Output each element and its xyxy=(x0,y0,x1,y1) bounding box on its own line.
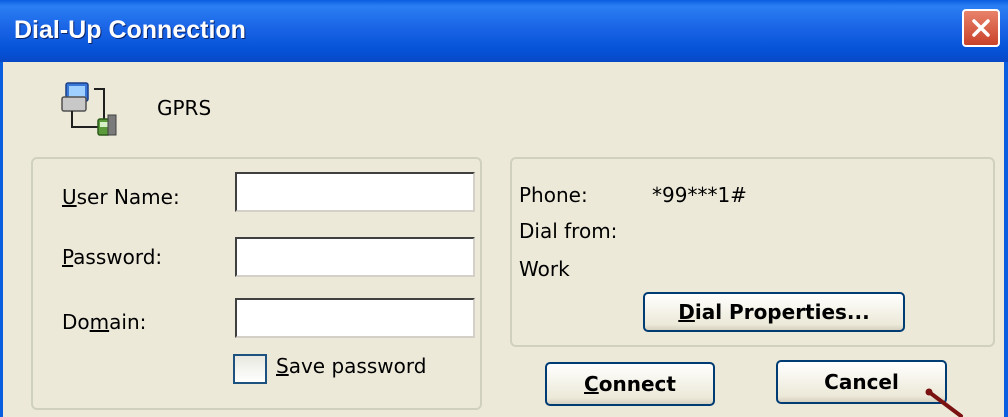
title-bar: Dial-Up Connection xyxy=(0,0,1008,62)
password-input[interactable] xyxy=(235,237,475,277)
dial-properties-button[interactable]: Dial Properties... xyxy=(643,292,905,332)
save-password-label[interactable]: Save password xyxy=(276,354,426,378)
close-button[interactable] xyxy=(962,9,1000,47)
dial-from-label: Dial from: xyxy=(519,219,618,243)
phone-number: *99***1# xyxy=(652,183,747,207)
window-frame-left xyxy=(0,62,3,417)
password-label: Password: xyxy=(62,245,163,269)
dial-from-location: Work xyxy=(519,257,570,281)
window-title: Dial-Up Connection xyxy=(14,16,246,44)
connect-button[interactable]: Connect xyxy=(545,362,715,406)
user-name-label: User Name: xyxy=(62,185,180,209)
cancel-button[interactable]: Cancel xyxy=(776,360,947,404)
domain-input[interactable] xyxy=(235,298,475,338)
window-frame-right xyxy=(1004,62,1008,417)
user-name-input[interactable] xyxy=(235,172,475,212)
network-computer-icon xyxy=(61,82,117,136)
phone-label: Phone: xyxy=(519,183,588,207)
save-password-checkbox[interactable] xyxy=(233,354,267,384)
domain-label: Domain: xyxy=(62,310,147,334)
connection-name: GPRS xyxy=(157,96,212,120)
mouse-pointer-icon xyxy=(925,388,963,417)
close-icon xyxy=(972,19,990,37)
